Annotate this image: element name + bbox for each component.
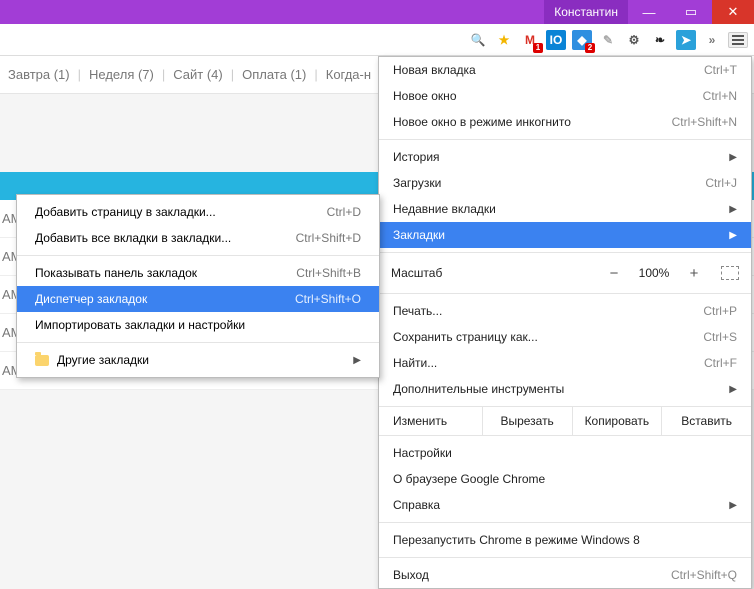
edit-label: Изменить [379,407,483,435]
zoom-plus-button[interactable]: + [679,262,709,284]
overflow-icon[interactable]: » [702,30,722,50]
close-button[interactable]: ✕ [712,0,754,24]
star-icon[interactable]: ★ [494,30,514,50]
extensions-toolbar: 🔍 ★ M1 IO ◆2 ✎ ⚙ ❧ ➤ » [0,24,754,56]
shortcut: Ctrl+Shift+N [672,115,737,129]
menu-icon[interactable] [728,32,748,48]
chevron-right-icon: ▶ [729,152,737,163]
titlebar: Константин — ▭ ✕ [0,0,754,24]
gmail-icon[interactable]: M1 [520,30,540,50]
bookmarks-menu[interactable]: Закладки ▶ [379,222,751,248]
shortcut: Ctrl+F [704,356,737,370]
cut-button[interactable]: Вырезать [483,407,573,435]
shortcut: Ctrl+P [703,304,737,318]
pencil-icon[interactable]: ✎ [598,30,618,50]
bookmarks-submenu: Добавить страницу в закладки... Ctrl+D Д… [16,194,380,378]
zoom-value: 100% [629,266,679,280]
chevron-right-icon: ▶ [729,204,737,215]
more-tools[interactable]: Дополнительные инструменты ▶ [379,376,751,402]
shortcut: Ctrl+T [704,63,737,77]
shortcut: Ctrl+S [703,330,737,344]
minimize-button[interactable]: — [628,0,670,24]
separator [379,557,751,558]
filter-tab[interactable]: Неделя (7) [81,67,162,82]
relaunch-windows8[interactable]: Перезапустить Chrome в режиме Windows 8 [379,527,751,553]
settings[interactable]: Настройки [379,440,751,466]
zoom-minus-button[interactable]: − [599,262,629,284]
telegram-icon[interactable]: ➤ [676,30,696,50]
history[interactable]: История ▶ [379,144,751,170]
evernote-icon[interactable]: ❧ [650,30,670,50]
badge: 2 [585,43,595,53]
shortcut: Ctrl+Shift+Q [671,568,737,582]
tag-icon[interactable]: ◆2 [572,30,592,50]
edit-row: Изменить Вырезать Копировать Вставить [379,406,751,436]
zoom-row: Масштаб − 100% + [379,257,751,289]
separator [17,342,379,343]
paste-button[interactable]: Вставить [662,407,751,435]
add-all-tabs-to-bookmarks[interactable]: Добавить все вкладки в закладки... Ctrl+… [17,225,379,251]
new-incognito-window[interactable]: Новое окно в режиме инкогнито Ctrl+Shift… [379,109,751,135]
maximize-button[interactable]: ▭ [670,0,712,24]
save-page-as[interactable]: Сохранить страницу как... Ctrl+S [379,324,751,350]
about-chrome[interactable]: О браузере Google Chrome [379,466,751,492]
fullscreen-icon[interactable] [721,266,739,280]
filter-tab[interactable]: Когда-н [318,67,379,82]
recent-tabs[interactable]: Недавние вкладки ▶ [379,196,751,222]
magnifier-icon[interactable]: 🔍 [468,30,488,50]
new-tab[interactable]: Новая вкладка Ctrl+T [379,57,751,83]
shortcut: Ctrl+N [703,89,737,103]
separator [17,255,379,256]
exit[interactable]: Выход Ctrl+Shift+Q [379,562,751,588]
bookmark-manager[interactable]: Диспетчер закладок Ctrl+Shift+O [17,286,379,312]
new-window[interactable]: Новое окно Ctrl+N [379,83,751,109]
shortcut: Ctrl+Shift+D [296,231,361,245]
folder-icon [35,355,49,366]
separator [379,139,751,140]
zoom-label: Масштаб [391,266,599,280]
badge: 1 [533,43,543,53]
shortcut: Ctrl+Shift+O [295,292,361,306]
filter-tab[interactable]: Завтра (1) [0,67,78,82]
import-bookmarks[interactable]: Импортировать закладки и настройки [17,312,379,338]
chevron-right-icon: ▶ [729,230,737,241]
shortcut: Ctrl+Shift+B [296,266,361,280]
downloads[interactable]: Загрузки Ctrl+J [379,170,751,196]
other-bookmarks[interactable]: Другие закладки ▶ [17,347,379,373]
chevron-right-icon: ▶ [729,384,737,395]
user-button[interactable]: Константин [544,0,628,24]
help[interactable]: Справка ▶ [379,492,751,518]
find[interactable]: Найти... Ctrl+F [379,350,751,376]
filter-tab[interactable]: Оплата (1) [234,67,314,82]
show-bookmarks-bar[interactable]: Показывать панель закладок Ctrl+Shift+B [17,260,379,286]
separator [379,522,751,523]
print[interactable]: Печать... Ctrl+P [379,298,751,324]
separator [379,252,751,253]
filter-tab[interactable]: Сайт (4) [165,67,230,82]
separator [379,293,751,294]
io-icon[interactable]: IO [546,30,566,50]
chrome-main-menu: Новая вкладка Ctrl+T Новое окно Ctrl+N Н… [378,56,752,589]
shortcut: Ctrl+D [327,205,361,219]
shortcut: Ctrl+J [705,176,737,190]
copy-button[interactable]: Копировать [573,407,663,435]
chevron-right-icon: ▶ [353,355,361,366]
chevron-right-icon: ▶ [729,500,737,511]
add-page-to-bookmarks[interactable]: Добавить страницу в закладки... Ctrl+D [17,199,379,225]
cog-icon[interactable]: ⚙ [624,30,644,50]
